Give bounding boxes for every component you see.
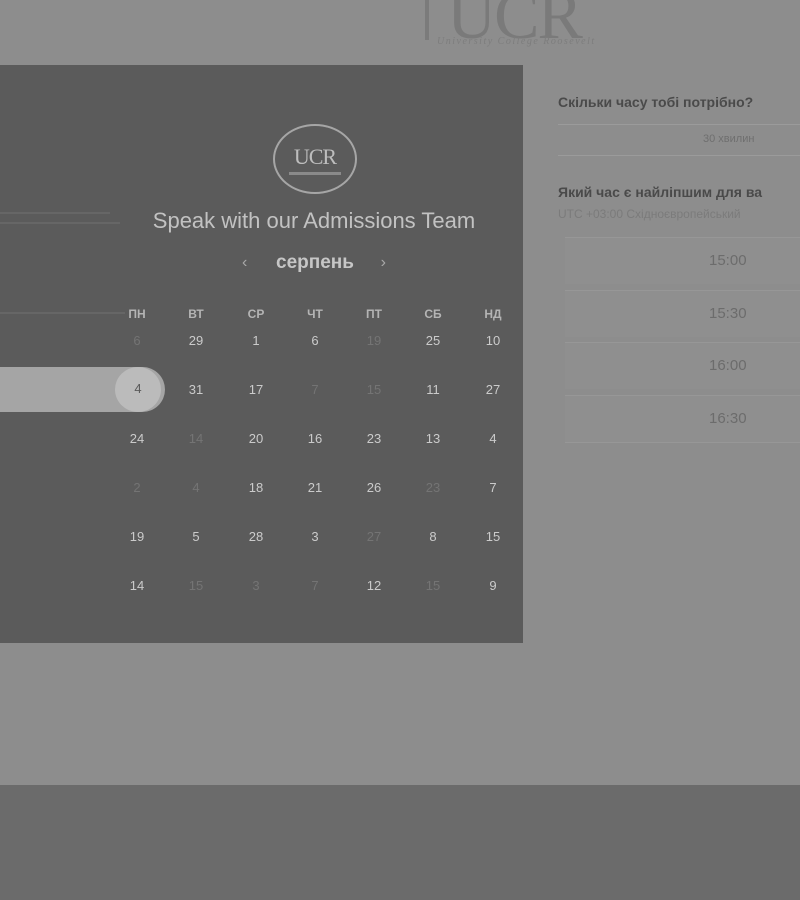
month-label: серпень: [276, 252, 354, 273]
page-footer: [0, 785, 800, 900]
calendar-day[interactable]: 28: [236, 525, 276, 549]
calendar-day[interactable]: 20: [236, 427, 276, 451]
weekday-header: ПТ: [366, 307, 382, 321]
timezone-label[interactable]: UTC +03:00 Східноєвропейський: [558, 207, 741, 221]
time-question: Який час є найліпшим для ва: [558, 184, 763, 200]
calendar-day: 15: [188, 578, 204, 593]
calendar-day[interactable]: 14: [117, 574, 157, 598]
calendar-day[interactable]: 8: [413, 525, 453, 549]
calendar-day[interactable]: 18: [236, 476, 276, 500]
duration-select[interactable]: 30 хвилин: [558, 124, 800, 156]
calendar-day: 4: [192, 480, 200, 495]
calendar-day[interactable]: 7: [473, 476, 513, 500]
time-slot-label: 15:30: [709, 305, 747, 322]
calendar-title: Speak with our Admissions Team: [152, 208, 476, 233]
calendar-logo-text: UCR: [293, 144, 337, 169]
calendar-panel: [0, 65, 523, 643]
time-slot-button[interactable]: 16:00: [565, 342, 800, 389]
calendar-day[interactable]: 29: [176, 329, 216, 353]
calendar-logo: UCR: [273, 124, 357, 194]
time-slot-label: 16:00: [709, 357, 747, 374]
calendar-day: 7: [311, 578, 319, 593]
calendar-day[interactable]: 5: [176, 525, 216, 549]
calendar-day: 7: [311, 382, 319, 397]
time-slot-button[interactable]: 15:30: [565, 290, 800, 337]
time-slot-label: 16:30: [709, 410, 747, 427]
calendar-day[interactable]: 9: [473, 574, 513, 598]
calendar-day[interactable]: 25: [413, 329, 453, 353]
weekday-header: ЧТ: [307, 307, 323, 321]
weekday-header: ВТ: [188, 307, 204, 321]
calendar-day[interactable]: 24: [117, 427, 157, 451]
calendar-day[interactable]: 1: [236, 329, 276, 353]
calendar-day[interactable]: 10: [473, 329, 513, 353]
calendar-day: 2: [133, 480, 141, 495]
calendar-day: 15: [425, 578, 441, 593]
calendar-day[interactable]: 21: [295, 476, 335, 500]
university-logo: UCR University College Roosevelt: [425, 0, 625, 53]
time-slot-button[interactable]: 16:30: [565, 395, 800, 443]
calendar-day[interactable]: 27: [473, 378, 513, 402]
weekday-header: СР: [247, 307, 265, 321]
calendar-day[interactable]: 12: [354, 574, 394, 598]
calendar-day-selected[interactable]: 4: [118, 377, 158, 401]
calendar-day[interactable]: 16: [295, 427, 335, 451]
calendar-day: 3: [252, 578, 260, 593]
decorative-stripe: [0, 212, 110, 214]
calendar-day[interactable]: 3: [295, 525, 335, 549]
month-navigation: ‹ серпень ›: [230, 252, 400, 278]
calendar-day: 15: [366, 382, 382, 397]
time-slot-label: 15:00: [709, 252, 747, 269]
duration-question: Скільки часу тобі потрібно?: [558, 94, 754, 110]
calendar-day[interactable]: 13: [413, 427, 453, 451]
calendar-day[interactable]: 6: [295, 329, 335, 353]
calendar-day[interactable]: 11: [413, 378, 453, 402]
calendar-day[interactable]: 23: [354, 427, 394, 451]
calendar-day: 19: [366, 333, 382, 348]
calendar-day: 27: [366, 529, 382, 544]
duration-value: 30 хвилин: [703, 133, 755, 145]
calendar-day[interactable]: 31: [176, 378, 216, 402]
weekday-header: ПН: [128, 307, 146, 321]
weekday-header: НД: [484, 307, 502, 321]
time-slot-button[interactable]: 15:00: [565, 237, 800, 284]
calendar-day: 6: [133, 333, 141, 348]
calendar-day: 23: [425, 480, 441, 495]
calendar-day[interactable]: 15: [473, 525, 513, 549]
decorative-stripe: [0, 312, 125, 314]
calendar-day[interactable]: 17: [236, 378, 276, 402]
calendar-logo-underline: [289, 172, 341, 175]
calendar-day[interactable]: 4: [473, 427, 513, 451]
chevron-right-icon[interactable]: ›: [381, 254, 386, 272]
logo-subtitle: University College Roosevelt: [437, 36, 596, 47]
logo-bar: [425, 0, 429, 40]
weekday-header: СБ: [424, 307, 442, 321]
calendar-day[interactable]: 26: [354, 476, 394, 500]
calendar-day[interactable]: 19: [117, 525, 157, 549]
calendar-day: 14: [188, 431, 204, 446]
